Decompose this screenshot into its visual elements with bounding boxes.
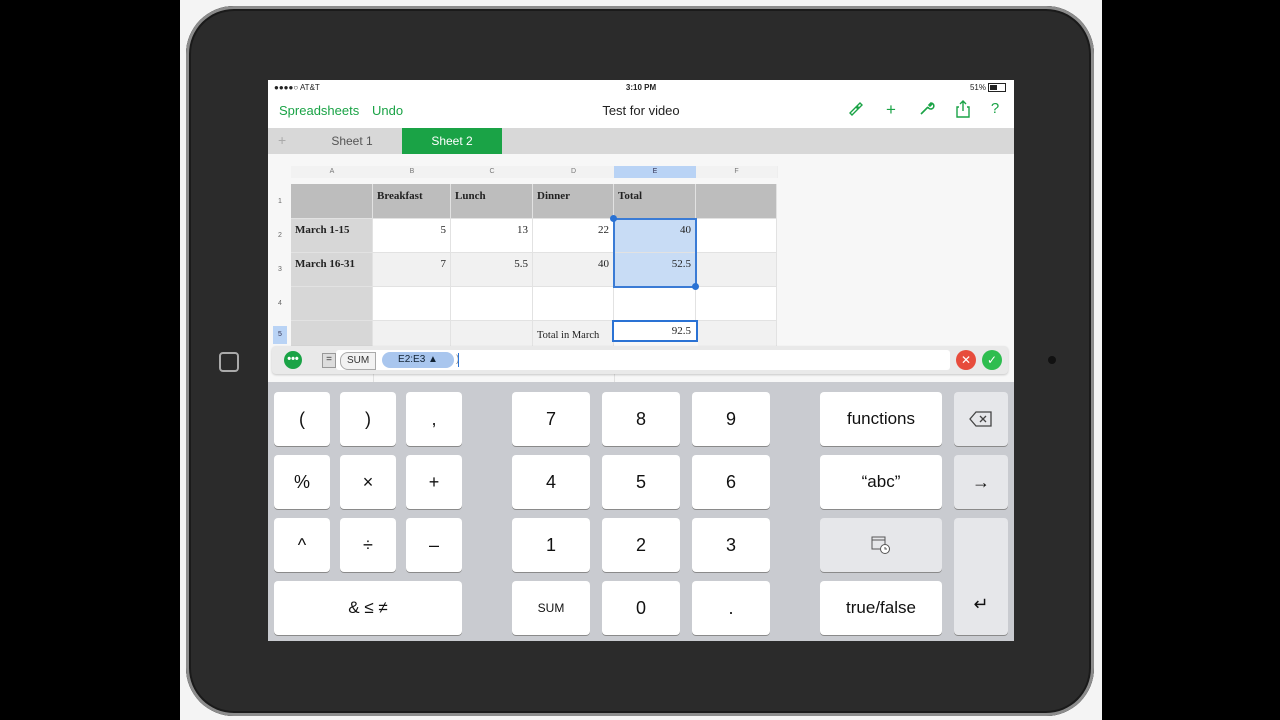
key-multiply[interactable]: × xyxy=(340,455,396,509)
toolbar: Spreadsheets Undo Test for video + ? xyxy=(268,98,1014,126)
row-header-3[interactable]: 3 xyxy=(273,266,287,273)
formula-range-token[interactable]: E2:E3 ▲ xyxy=(382,352,454,368)
text-cursor xyxy=(458,353,459,367)
column-header-e[interactable]: E xyxy=(614,166,697,178)
cell-d2[interactable]: 22 xyxy=(533,219,614,253)
key-text-abc[interactable]: “abc” xyxy=(820,455,942,509)
status-bar: ●●●●○ AT&T 3:10 PM 51% xyxy=(268,80,1014,96)
accept-formula-button[interactable]: ✓ xyxy=(982,350,1002,370)
camera xyxy=(1048,356,1056,364)
key-true-false[interactable]: true/false xyxy=(820,581,942,635)
row-header-1[interactable]: 1 xyxy=(273,198,287,205)
cell-a4[interactable] xyxy=(291,287,373,321)
column-header-c[interactable]: C xyxy=(451,166,534,178)
key-9[interactable]: 9 xyxy=(692,392,770,446)
sheet-tabs: + Sheet 1 Sheet 2 xyxy=(268,128,1014,154)
cell-b3[interactable]: 7 xyxy=(373,253,451,287)
key-minus[interactable]: – xyxy=(406,518,462,572)
tab-sheet-1[interactable]: Sheet 1 xyxy=(302,128,402,154)
add-sheet-icon[interactable]: + xyxy=(278,132,286,148)
status-time: 3:10 PM xyxy=(625,83,657,92)
key-2[interactable]: 2 xyxy=(602,518,680,572)
header-lunch[interactable]: Lunch xyxy=(451,184,533,219)
battery-status: 51% xyxy=(969,83,1006,93)
formula-keypad: ( ) , % × + ^ ÷ – & ≤ ≠ 7 8 9 4 5 6 1 2 … xyxy=(268,382,1014,641)
cell-a1[interactable] xyxy=(291,184,373,219)
key-8[interactable]: 8 xyxy=(602,392,680,446)
key-7[interactable]: 7 xyxy=(512,392,590,446)
battery-icon xyxy=(988,83,1006,93)
key-plus[interactable]: + xyxy=(406,455,462,509)
tab-sheet-2[interactable]: Sheet 2 xyxy=(402,128,502,154)
key-5[interactable]: 5 xyxy=(602,455,680,509)
cell-c4[interactable] xyxy=(451,287,533,321)
column-header-d[interactable]: D xyxy=(533,166,615,178)
key-decimal[interactable]: . xyxy=(692,581,770,635)
active-cell-e5[interactable]: 92.5 xyxy=(612,320,698,342)
key-functions[interactable]: functions xyxy=(820,392,942,446)
document-title: Test for video xyxy=(602,103,680,118)
cell-c2[interactable]: 13 xyxy=(451,219,533,253)
equals-icon: = xyxy=(322,353,336,368)
key-caret[interactable]: ^ xyxy=(274,518,330,572)
ipad-screen: ●●●●○ AT&T 3:10 PM 51% Spreadsheets Undo… xyxy=(268,80,1014,641)
header-breakfast[interactable]: Breakfast xyxy=(373,184,451,219)
row-label-march-1-15[interactable]: March 1-15 xyxy=(291,219,373,253)
column-header-b[interactable]: B xyxy=(373,166,452,178)
cell-e3[interactable]: 52.5 xyxy=(614,253,696,287)
cell-b2[interactable]: 5 xyxy=(373,219,451,253)
key-comma[interactable]: , xyxy=(406,392,462,446)
header-dinner[interactable]: Dinner xyxy=(533,184,614,219)
help-icon[interactable]: ? xyxy=(984,100,1006,117)
row-header-5[interactable]: 5 xyxy=(273,326,287,344)
key-3[interactable]: 3 xyxy=(692,518,770,572)
share-icon[interactable] xyxy=(952,100,974,123)
arrow-right-icon[interactable]: → xyxy=(954,455,1008,509)
row-header-2[interactable]: 2 xyxy=(273,232,287,239)
cell-d4[interactable] xyxy=(533,287,614,321)
return-icon[interactable]: ↵ xyxy=(954,518,1008,635)
selection-handle-top[interactable] xyxy=(610,215,617,222)
key-comparison-operators[interactable]: & ≤ ≠ xyxy=(274,581,462,635)
wrench-icon[interactable] xyxy=(916,100,938,121)
key-percent[interactable]: % xyxy=(274,455,330,509)
more-icon[interactable]: ••• xyxy=(284,351,302,369)
cancel-formula-button[interactable]: ✕ xyxy=(956,350,976,370)
cell-f4[interactable] xyxy=(696,287,777,321)
backspace-icon[interactable] xyxy=(954,392,1008,446)
plus-icon[interactable]: + xyxy=(880,100,902,120)
header-total[interactable]: Total xyxy=(614,184,696,219)
cell-f2[interactable] xyxy=(696,219,777,253)
cell-f1[interactable] xyxy=(696,184,777,219)
cell-e2[interactable]: 40 xyxy=(614,219,696,253)
cell-b4[interactable] xyxy=(373,287,451,321)
column-header-a[interactable]: A xyxy=(291,166,374,178)
date-duration-icon[interactable] xyxy=(820,518,942,572)
key-open-paren[interactable]: ( xyxy=(274,392,330,446)
key-1[interactable]: 1 xyxy=(512,518,590,572)
formula-bar: ••• = SUM E2:E3 ▲ ) ✕ ✓ xyxy=(272,346,1008,374)
key-sum[interactable]: SUM xyxy=(512,581,590,635)
battery-percent: 51% xyxy=(969,83,986,92)
key-0[interactable]: 0 xyxy=(602,581,680,635)
row-header-4[interactable]: 4 xyxy=(273,300,287,307)
cell-e4[interactable] xyxy=(614,287,696,321)
formula-function-token[interactable]: SUM xyxy=(340,352,377,370)
row-label-march-16-31[interactable]: March 16-31 xyxy=(291,253,373,287)
formula-input[interactable]: SUM E2:E3 ▲ ) xyxy=(336,350,950,370)
key-6[interactable]: 6 xyxy=(692,455,770,509)
cell-f3[interactable] xyxy=(696,253,777,287)
brush-icon[interactable] xyxy=(844,100,866,121)
cell-c3[interactable]: 5.5 xyxy=(451,253,533,287)
column-header-f[interactable]: F xyxy=(696,166,778,178)
cell-d3[interactable]: 40 xyxy=(533,253,614,287)
home-button[interactable] xyxy=(219,352,239,372)
key-divide[interactable]: ÷ xyxy=(340,518,396,572)
selection-handle-bottom[interactable] xyxy=(692,283,699,290)
key-close-paren[interactable]: ) xyxy=(340,392,396,446)
key-4[interactable]: 4 xyxy=(512,455,590,509)
